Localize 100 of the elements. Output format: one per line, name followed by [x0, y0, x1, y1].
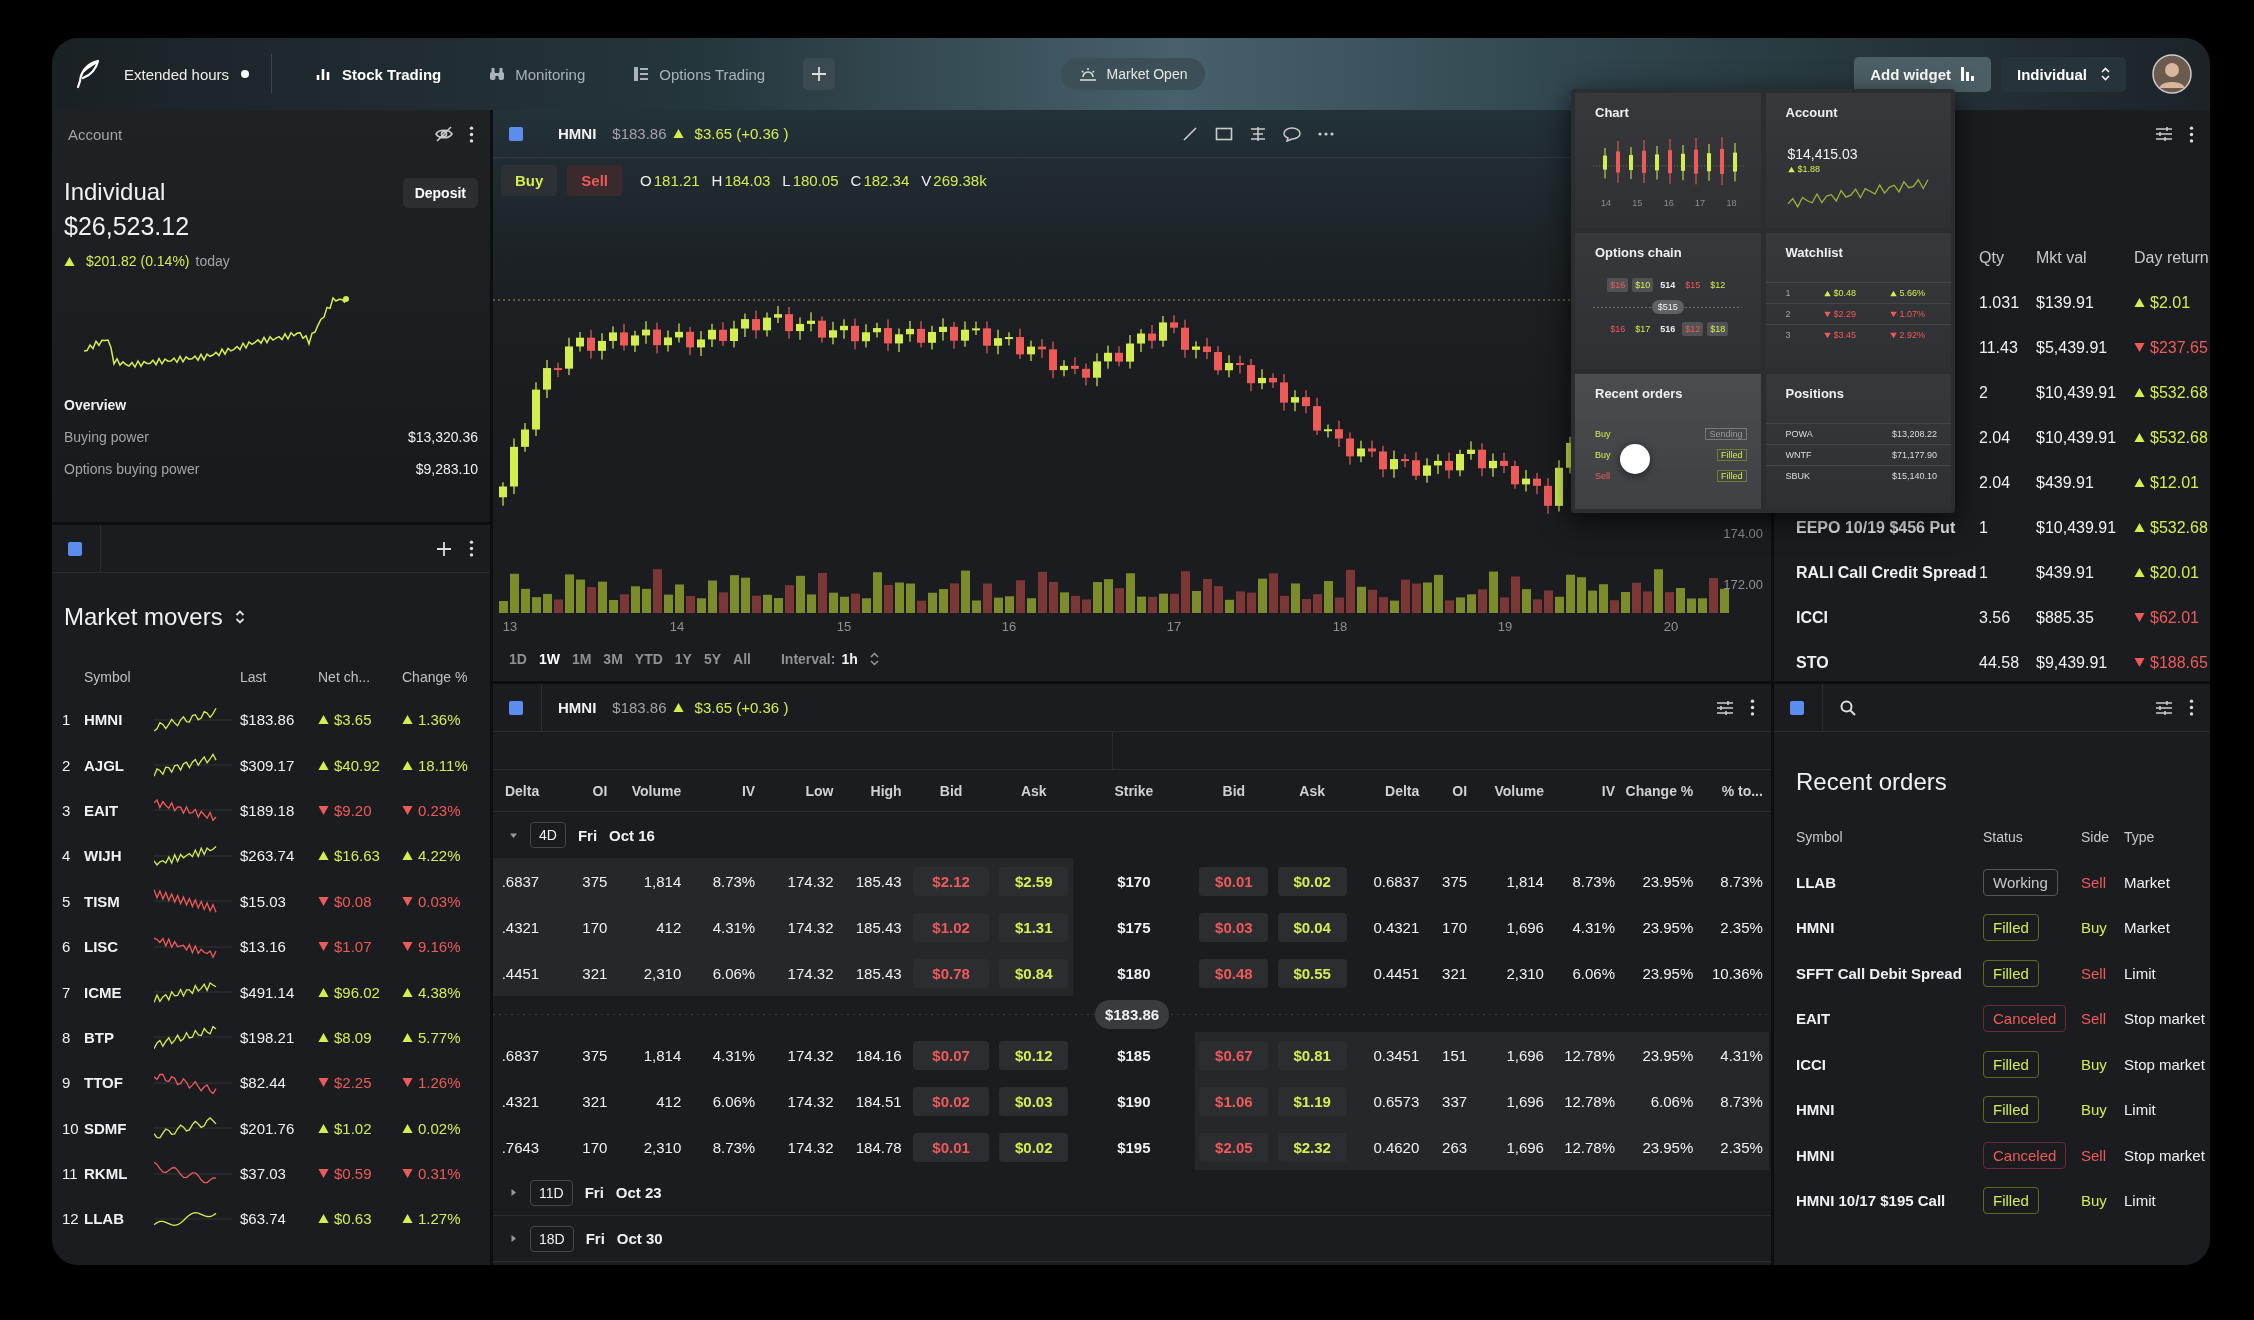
column-header[interactable]: High	[839, 782, 908, 799]
bid-price[interactable]: $1.06	[1199, 1086, 1269, 1116]
position-symbol[interactable]: STO	[1796, 653, 1979, 672]
ask-price[interactable]: $0.55	[1277, 958, 1347, 988]
symbol[interactable]: TTOF	[84, 1074, 154, 1092]
order-symbol[interactable]: LLAB	[1796, 873, 1983, 891]
range-tab[interactable]: 1D	[503, 646, 533, 671]
ask-price[interactable]: $0.12	[999, 1040, 1069, 1070]
range-tab[interactable]: 1M	[565, 646, 598, 671]
order-symbol[interactable]: HMNI	[1796, 1101, 1983, 1119]
bid-price[interactable]: $0.02	[912, 1086, 990, 1116]
interval-value[interactable]: 1h	[841, 650, 858, 667]
widget-tile[interactable]: Options chain $16 $10 514 $15 $12 $515 $16 $17 516 $12 $18	[1575, 233, 1761, 369]
column-header[interactable]: IV	[687, 782, 762, 799]
symbol[interactable]: AJGL	[84, 756, 154, 774]
range-tab[interactable]: 3M	[597, 646, 629, 671]
bid-price[interactable]: $0.48	[1199, 958, 1269, 988]
position-symbol[interactable]: ICCI	[1796, 608, 1979, 627]
column-header[interactable]: OI	[1425, 782, 1474, 799]
symbol[interactable]: SDMF	[84, 1119, 154, 1137]
symbol[interactable]: LLAB	[84, 1210, 154, 1228]
order-symbol[interactable]: EAIT	[1796, 1010, 1983, 1028]
sell-button[interactable]: Sell	[567, 165, 623, 196]
bid-price[interactable]: $0.07	[912, 1040, 990, 1070]
column-header[interactable]: Type	[2124, 828, 2210, 845]
ask-price[interactable]: $0.04	[1277, 912, 1347, 942]
range-tab[interactable]: 1Y	[668, 646, 698, 671]
add-widget-button[interactable]: Add widget	[1854, 56, 1991, 92]
range-tab[interactable]: 1W	[532, 646, 566, 671]
order-symbol[interactable]: SFFT Call Debit Spread	[1796, 964, 1983, 982]
column-header[interactable]: Symbol	[84, 669, 154, 685]
bid-price[interactable]: $1.02	[912, 912, 990, 942]
deposit-button[interactable]: Deposit	[402, 178, 478, 208]
column-header[interactable]: Day return	[2134, 248, 2210, 267]
position-symbol[interactable]: RALI Call Credit Spread	[1796, 563, 1979, 582]
symbol[interactable]: RKML	[84, 1165, 154, 1183]
tab[interactable]: Options Trading	[609, 54, 790, 94]
column-header[interactable]: Bid	[1194, 782, 1274, 799]
column-header[interactable]: Delta	[493, 782, 546, 799]
symbol[interactable]: BTP	[84, 1028, 154, 1046]
ask-price[interactable]: $1.19	[1277, 1086, 1347, 1116]
bid-price[interactable]: $2.12	[912, 866, 990, 896]
column-header[interactable]: Ask	[994, 782, 1073, 799]
column-header[interactable]: Ask	[1273, 782, 1352, 799]
column-header[interactable]: Change %	[1621, 782, 1700, 799]
widget-tile[interactable]: Recent orders Buy Sending Buy Filled Sell Filled	[1575, 373, 1761, 509]
ask-price[interactable]: $2.32	[1277, 1132, 1347, 1162]
range-tab[interactable]: 5Y	[697, 646, 728, 671]
widget-tile[interactable]: Watchlist 1 $0.48 5.66% 2 $2.29 1.07% 3 $3.45 2.92%	[1765, 233, 1951, 369]
ask-price[interactable]: $2.59	[999, 866, 1069, 896]
widget-tile[interactable]: Account $14,415.03 $1.88	[1765, 93, 1951, 229]
bid-price[interactable]: $2.05	[1199, 1132, 1269, 1162]
order-symbol[interactable]: ICCI	[1796, 1055, 1983, 1073]
extended-hours-label[interactable]: Extended hours	[124, 65, 230, 83]
symbol[interactable]: LISC	[84, 938, 154, 956]
column-header[interactable]: Mkt val	[2036, 248, 2134, 267]
buy-button[interactable]: Buy	[501, 165, 558, 196]
bid-price[interactable]: $0.03	[1199, 912, 1269, 942]
column-header[interactable]: % to...	[1699, 782, 1769, 799]
tab[interactable]: Stock Trading	[292, 54, 466, 94]
bid-price[interactable]: $0.78	[912, 958, 990, 988]
column-header[interactable]: Volume	[613, 782, 688, 799]
column-header[interactable]: OI	[545, 782, 614, 799]
bid-price[interactable]: $0.67	[1199, 1040, 1269, 1070]
column-header[interactable]: Delta	[1351, 782, 1426, 799]
column-header[interactable]: Qty	[1979, 248, 2036, 267]
column-header[interactable]: Side	[2081, 828, 2124, 845]
bid-price[interactable]: $0.01	[1199, 866, 1269, 896]
ask-price[interactable]: $0.02	[999, 1132, 1069, 1162]
symbol[interactable]: HMNI	[84, 711, 154, 729]
column-header[interactable]: Volume	[1473, 782, 1550, 799]
column-header[interactable]: Symbol	[1796, 828, 1983, 845]
ask-price[interactable]: $0.81	[1277, 1040, 1347, 1070]
position-symbol[interactable]: EEPO 10/19 $456 Put	[1796, 518, 1979, 537]
column-header[interactable]: IV	[1549, 782, 1621, 799]
column-header[interactable]: Strike	[1072, 782, 1195, 799]
range-tab[interactable]: All	[727, 646, 757, 671]
symbol[interactable]: ICME	[84, 983, 154, 1001]
bid-price[interactable]: $0.01	[912, 1132, 990, 1162]
order-symbol[interactable]: HMNI	[1796, 1146, 1983, 1164]
column-header[interactable]: Low	[761, 782, 840, 799]
column-header[interactable]: Status	[1983, 828, 2081, 845]
order-symbol[interactable]: HMNI 10/17 $195 Call	[1796, 1192, 1983, 1210]
ask-price[interactable]: $0.84	[999, 958, 1069, 988]
symbol[interactable]: TISM	[84, 892, 154, 910]
ask-price[interactable]: $0.03	[999, 1086, 1069, 1116]
column-header[interactable]: Net ch...	[318, 669, 402, 685]
ask-price[interactable]: $1.31	[999, 912, 1069, 942]
column-header[interactable]: Bid	[907, 782, 995, 799]
order-symbol[interactable]: HMNI	[1796, 919, 1983, 937]
widget-tile[interactable]: Positions POWA $13,208.22 WNTF $71,177.90 SBUK $15,140.10	[1765, 373, 1951, 509]
symbol[interactable]: WIJH	[84, 847, 154, 865]
account-selector[interactable]: Individual	[2001, 56, 2126, 92]
ask-price[interactable]: $0.02	[1277, 866, 1347, 896]
tab[interactable]: Monitoring	[465, 54, 610, 94]
widget-tile[interactable]: Chart 14 15 16 17 18	[1575, 93, 1761, 229]
column-header[interactable]: Last	[240, 669, 318, 685]
column-header[interactable]: Change %	[402, 669, 490, 685]
range-tab[interactable]: YTD	[628, 646, 669, 671]
symbol[interactable]: EAIT	[84, 801, 154, 819]
